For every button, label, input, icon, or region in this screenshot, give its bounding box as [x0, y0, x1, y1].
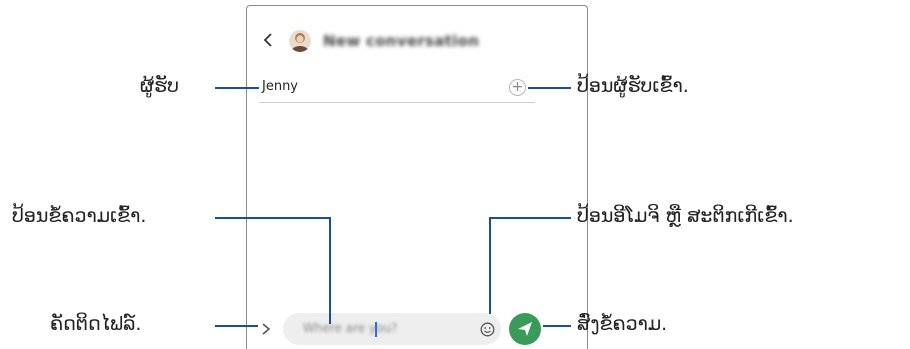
send-button[interactable]: [509, 313, 541, 345]
leader-enter-message-v: [329, 217, 331, 324]
leader-recipient: [215, 87, 259, 89]
callout-enter-message: ປ້ອນຂໍ້ຄວາມເຂົ້າ.: [12, 205, 147, 227]
smiley-icon[interactable]: [480, 322, 495, 337]
send-arrow-icon: [518, 322, 532, 336]
message-input[interactable]: Where are you?: [283, 313, 501, 345]
leader-enter-message-h: [215, 217, 330, 219]
conversation-title: New conversation: [323, 32, 480, 50]
callout-emoji-sticker: ປ້ອນອີໂມຈິ ຫຼື ສະຕິກເກີເຂົ້າ.: [577, 205, 794, 227]
chevron-right-icon[interactable]: [260, 322, 272, 336]
recipient-divider: [259, 102, 535, 103]
callout-send: ສົ່ງຂໍ້ຄວາມ.: [577, 313, 668, 335]
leader-emoji-v: [489, 217, 491, 314]
leader-send: [543, 325, 571, 327]
phone-screen: New conversation Jenny + Where are you?: [246, 5, 588, 349]
leader-emoji-h: [489, 217, 571, 219]
contact-avatar: [289, 30, 311, 52]
callout-recipient: ຜູ້ຮັບ: [140, 75, 180, 97]
leader-add-recipient: [528, 87, 571, 89]
back-arrow-icon[interactable]: [261, 32, 277, 48]
add-recipient-button[interactable]: +: [509, 79, 526, 96]
recipient-field[interactable]: Jenny: [262, 79, 298, 94]
message-placeholder: Where are you?: [303, 321, 398, 335]
callout-attach-file: ຄັດຕິດໄຟລ໌.: [50, 313, 142, 335]
leader-attach: [215, 325, 258, 327]
callout-add-recipient: ປ້ອນຜູ້ຮັບເຂົ້າ.: [577, 75, 689, 97]
text-cursor: [375, 322, 377, 337]
plus-icon: +: [511, 79, 524, 95]
